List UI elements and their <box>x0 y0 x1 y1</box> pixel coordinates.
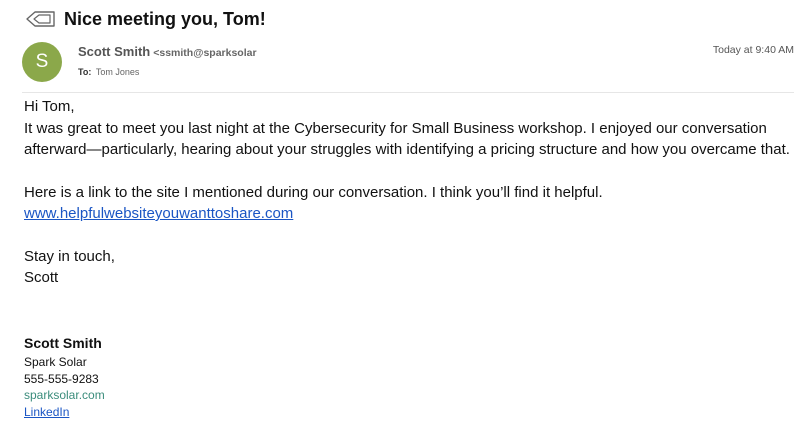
email-date: Today at 9:40 AM <box>712 44 794 56</box>
sender-email: <ssmith@sparksolar <box>153 47 257 59</box>
recipient-name[interactable]: Tom Jones <box>96 67 140 77</box>
closing: Stay in touch, <box>24 247 115 265</box>
email-body: Hi Tom, It was great to meet you last ni… <box>24 96 794 289</box>
paragraph-2: Here is a link to the site I mentioned d… <box>24 183 603 201</box>
signature-phone: 555-555-9283 <box>24 371 99 386</box>
subject-row: Nice meeting you, Tom! <box>26 6 266 32</box>
avatar[interactable]: S <box>22 42 62 82</box>
sender[interactable]: Scott Smith <ssmith@sparksolar <box>78 44 257 59</box>
tag-icon <box>26 11 55 27</box>
to-label: To: <box>78 67 92 77</box>
signature-linkedin-link[interactable]: LinkedIn <box>24 404 105 421</box>
greeting: Hi Tom, <box>24 98 75 115</box>
paragraph-1: It was great to meet you last night at t… <box>24 119 790 159</box>
signature: Scott Smith Spark Solar 555-555-9283 spa… <box>24 334 105 420</box>
header-divider <box>22 92 794 93</box>
email-header: S Scott Smith <ssmith@sparksolar Today at… <box>22 40 794 93</box>
signature-website[interactable]: sparksolar.com <box>24 387 105 404</box>
email-subject: Nice meeting you, Tom! <box>64 8 266 29</box>
sender-name: Scott Smith <box>78 44 151 59</box>
website-link[interactable]: www.helpfulwebsiteyouwanttoshare.com <box>24 205 293 222</box>
signature-company: Spark Solar <box>24 355 87 369</box>
sender-first-name: Scott <box>24 269 59 286</box>
recipient-row: To: Tom Jones <box>78 67 139 77</box>
signature-name: Scott Smith <box>24 335 102 351</box>
